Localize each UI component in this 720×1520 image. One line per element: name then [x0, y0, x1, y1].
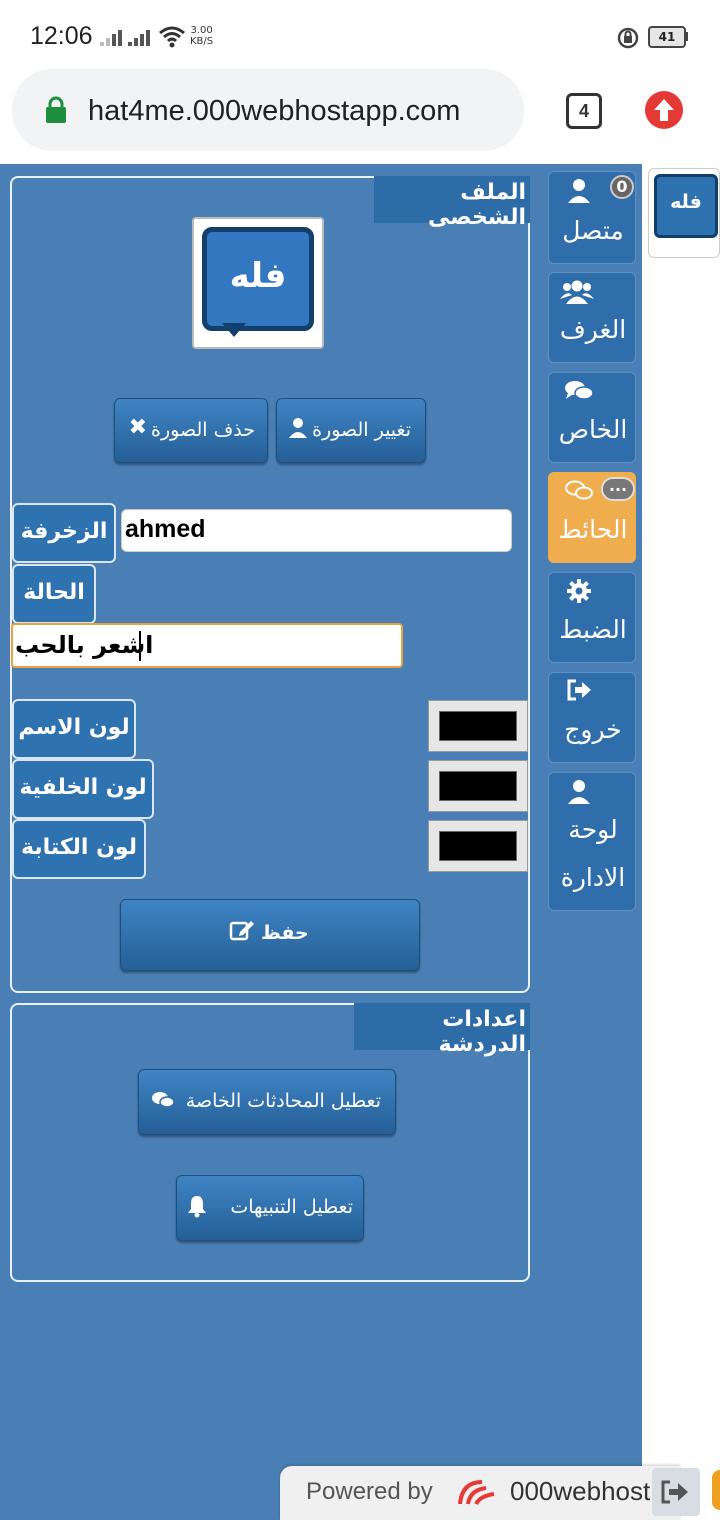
save-label: حفظ [261, 922, 309, 944]
name-input-value: ahmed [125, 515, 206, 543]
wall-badge: ... [601, 477, 635, 501]
update-arrow-icon[interactable] [645, 91, 683, 129]
user-icon [557, 779, 601, 809]
net-speed: 3.00 KB/S [190, 25, 213, 47]
status-time: 12:06 [30, 22, 93, 50]
nav-private[interactable]: الخاص [548, 372, 636, 463]
decoration-button[interactable]: الزخرفة [12, 503, 116, 563]
comments-icon [557, 479, 601, 507]
name-color-fill [439, 711, 517, 741]
bg-color-button[interactable]: لون الخلفية [12, 759, 154, 819]
text-color-swatch[interactable] [428, 820, 528, 872]
nav-wall-label: الحائط [558, 515, 628, 544]
status-input-value: اشعر بالحب [15, 631, 154, 659]
user-thumbnail[interactable]: فله [648, 168, 720, 258]
comments-icon [557, 379, 601, 407]
wifi-icon [159, 26, 185, 48]
nav-wall[interactable]: ... الحائط [548, 472, 636, 563]
webhost-brand-text: 000webhost [510, 1476, 651, 1506]
nav-rooms[interactable]: الغرف [548, 272, 636, 363]
online-count-badge: 0 [610, 175, 634, 199]
bg-color-swatch[interactable] [428, 760, 528, 812]
change-photo-label: تغيير الصورة [312, 419, 411, 441]
sign-out-icon [661, 1480, 688, 1504]
disable-notifications-label: تعطيل التنبيهات [230, 1196, 353, 1218]
avatar-logo-text: فله [229, 256, 287, 296]
nav-exit-label: خروج [564, 715, 622, 744]
name-color-label: لون الاسم [18, 715, 130, 740]
status-label-text: الحالة [23, 580, 85, 605]
gear-icon [557, 579, 601, 607]
name-color-swatch[interactable] [428, 700, 528, 752]
status-label: الحالة [12, 564, 96, 624]
nav-settings[interactable]: الضبط [548, 572, 636, 663]
nav-exit[interactable]: خروج [548, 672, 636, 763]
profile-avatar[interactable]: فله [192, 217, 324, 349]
avatar-logo-tail [222, 323, 246, 337]
thumb-logo-text: فله [670, 191, 702, 213]
bg-color-label: لون الخلفية [19, 775, 147, 800]
nav-private-label: الخاص [558, 415, 628, 444]
signal-icon-2 [128, 30, 152, 46]
close-icon: ✖ [128, 415, 147, 440]
net-speed-value: 3.00 [190, 25, 213, 36]
signal-icon [100, 30, 124, 46]
url-text[interactable]: hat4me.000webhostapp.com [88, 95, 460, 128]
nav-rooms-label: الغرف [559, 315, 627, 344]
change-photo-button[interactable]: تغيير الصورة [276, 398, 426, 463]
text-color-fill [439, 831, 517, 861]
chat-settings-title: اعدادات الدردشة [354, 1003, 530, 1057]
text-color-label: لون الكتابة [21, 835, 137, 860]
thumb-logo: فله [654, 174, 718, 238]
nav-settings-label: الضبط [559, 615, 627, 644]
profile-title: الملف الشخصى [374, 176, 530, 230]
edit-icon [229, 918, 255, 947]
bg-color-fill [439, 771, 517, 801]
name-color-button[interactable]: لون الاسم [12, 699, 136, 759]
avatar-logo: فله [202, 227, 314, 331]
battery-tip [685, 32, 688, 41]
nav-admin[interactable]: لوحة الادارة [548, 772, 636, 911]
nav-online[interactable]: 0 متصل [548, 171, 636, 264]
comments-icon [151, 1090, 175, 1115]
nav-online-label: متصل [562, 216, 624, 245]
bell-icon [187, 1194, 207, 1223]
rotation-lock-icon [617, 27, 639, 49]
right-strip [642, 164, 720, 1454]
status-input[interactable]: اشعر بالحب [11, 623, 403, 668]
battery-icon: 41 [648, 26, 686, 48]
nav-admin-label-line2: الادارة [560, 863, 626, 892]
nav-admin-label-line1: لوحة [568, 815, 618, 844]
delete-photo-label: حذف الصورة [151, 419, 255, 441]
sign-out-icon [557, 679, 601, 705]
save-button[interactable]: حفظ [120, 899, 420, 971]
name-input[interactable]: ahmed [121, 509, 512, 552]
decoration-label: الزخرفة [20, 519, 108, 544]
users-icon [555, 279, 599, 309]
orange-circle-icon [712, 1470, 720, 1510]
webhost-logo-icon [458, 1480, 495, 1506]
text-cursor [139, 631, 141, 661]
net-speed-unit: KB/S [190, 36, 214, 47]
arrow-up-icon [654, 99, 674, 121]
delete-photo-button[interactable]: ✖ حذف الصورة [114, 398, 268, 463]
text-color-button[interactable]: لون الكتابة [12, 819, 146, 879]
disable-notifications-button[interactable]: تعطيل التنبيهات [176, 1175, 364, 1241]
disable-private-button[interactable]: تعطيل المحادثات الخاصة [138, 1069, 396, 1135]
lock-icon [46, 96, 66, 123]
powered-by-text: Powered by [306, 1478, 433, 1505]
tab-count-button[interactable]: 4 [566, 93, 602, 129]
user-icon [557, 178, 601, 208]
user-icon [289, 417, 307, 444]
disable-private-label: تعطيل المحادثات الخاصة [185, 1090, 381, 1112]
banner-exit-button[interactable] [652, 1468, 700, 1516]
